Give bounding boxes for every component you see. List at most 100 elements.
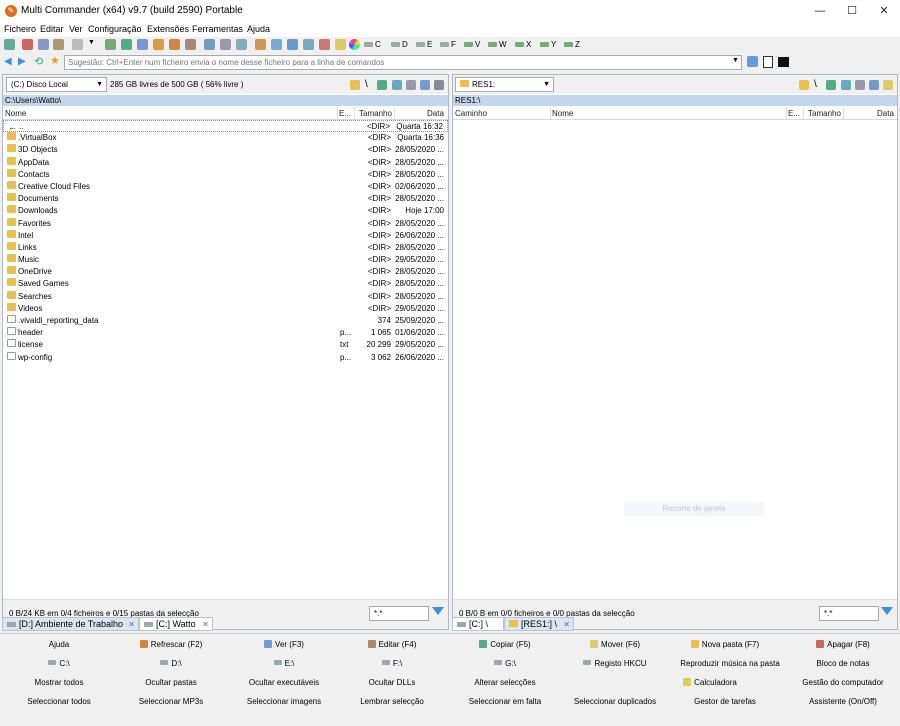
tool-icon[interactable] bbox=[319, 39, 330, 50]
left-drive-select[interactable]: (C:) Disco Local ▼ bbox=[6, 77, 107, 92]
file-row[interactable]: Favorites <DIR> 28/05/2020 ... bbox=[3, 217, 448, 230]
menu-extensions[interactable]: Extensões bbox=[147, 24, 189, 34]
function-button[interactable]: Apagar (F8) bbox=[768, 635, 900, 654]
file-row[interactable]: Creative Cloud Files <DIR> 02/06/2020 ... bbox=[3, 180, 448, 193]
tab-res1[interactable]: [RES1:] \ ✕ bbox=[504, 617, 574, 631]
root-icon[interactable]: \ bbox=[365, 80, 375, 90]
file-row[interactable]: header p... 1 065 01/06/2020 ... bbox=[3, 327, 448, 339]
tab-desktop[interactable]: [D:] Ambiente de Trabalho ✕ bbox=[2, 617, 139, 631]
drive-v-button[interactable]: V bbox=[464, 40, 480, 49]
tab-c-root[interactable]: [C:] \ bbox=[452, 617, 504, 631]
function-button[interactable]: Gestão do computador bbox=[768, 673, 900, 692]
command-line-input[interactable] bbox=[64, 55, 742, 70]
tool-icon[interactable] bbox=[335, 39, 346, 50]
function-button[interactable]: Alterar selecções bbox=[430, 673, 580, 692]
file-row[interactable]: Contacts <DIR> 28/05/2020 ... bbox=[3, 168, 448, 181]
right-drive-select[interactable]: RES1: ▼ bbox=[455, 77, 554, 92]
drive-f-button[interactable]: F bbox=[440, 40, 456, 49]
minimize-button[interactable]: — bbox=[804, 0, 836, 22]
view-mode-icon[interactable] bbox=[869, 80, 879, 90]
tool-icon[interactable] bbox=[121, 39, 132, 50]
file-row[interactable]: Searches <DIR> 28/05/2020 ... bbox=[3, 290, 448, 303]
file-row[interactable]: license txt 20 299 29/05/2020 ... bbox=[3, 339, 448, 351]
drive-y-button[interactable]: Y bbox=[540, 40, 556, 49]
drive-w-button[interactable]: W bbox=[488, 40, 507, 49]
tool-icon[interactable] bbox=[271, 39, 282, 50]
col-ext[interactable]: E... bbox=[788, 109, 800, 118]
drive-x-button[interactable]: X bbox=[515, 40, 531, 49]
swap-icon[interactable] bbox=[841, 80, 851, 90]
col-date[interactable]: Data bbox=[427, 109, 444, 118]
chevron-down-icon[interactable]: ▼ bbox=[732, 57, 739, 64]
tool-icon[interactable] bbox=[255, 39, 266, 50]
folder-tree-icon[interactable] bbox=[799, 80, 809, 90]
options-icon[interactable] bbox=[434, 80, 444, 90]
tool-icon[interactable] bbox=[220, 39, 231, 50]
close-icon[interactable]: ✕ bbox=[128, 618, 135, 631]
file-row[interactable]: ←.. <DIR> Quarta 16:32 bbox=[3, 120, 448, 133]
drive-c-button[interactable]: C bbox=[364, 40, 381, 49]
function-button[interactable]: Assistente (On/Off) bbox=[768, 692, 900, 711]
tools-icon[interactable] bbox=[406, 80, 416, 90]
menu-file[interactable]: Ficheiro bbox=[4, 24, 36, 34]
close-icon[interactable]: ✕ bbox=[563, 618, 570, 631]
col-ext[interactable]: E... bbox=[339, 109, 351, 118]
console-icon[interactable] bbox=[778, 57, 789, 67]
drive-e-button[interactable]: E bbox=[416, 40, 432, 49]
close-icon[interactable]: ✕ bbox=[202, 618, 209, 631]
tool-icon[interactable] bbox=[137, 39, 148, 50]
close-button[interactable]: ✕ bbox=[868, 0, 900, 22]
favorite-star-icon[interactable]: ★ bbox=[50, 54, 60, 67]
parent-folder-icon[interactable] bbox=[826, 80, 836, 90]
tool-icon[interactable] bbox=[169, 39, 180, 50]
view-mode-icon[interactable] bbox=[420, 80, 430, 90]
notepad-icon[interactable] bbox=[763, 56, 773, 68]
file-row[interactable]: OneDrive <DIR> 28/05/2020 ... bbox=[3, 266, 448, 278]
filter-icon[interactable] bbox=[432, 607, 444, 615]
function-button[interactable]: Calculadora bbox=[635, 673, 785, 692]
col-size[interactable]: Tamanho bbox=[359, 109, 392, 118]
swap-icon[interactable] bbox=[392, 80, 402, 90]
tool-icon[interactable] bbox=[105, 39, 116, 50]
file-row[interactable]: Videos <DIR> 29/05/2020 ... bbox=[3, 302, 448, 315]
copy-icon[interactable] bbox=[38, 39, 49, 50]
tool-icon[interactable] bbox=[153, 39, 164, 50]
menu-edit[interactable]: Editar bbox=[40, 24, 64, 34]
left-path-bar[interactable]: C:\Users\Watto\ bbox=[3, 95, 448, 106]
paste-icon[interactable] bbox=[53, 39, 64, 50]
right-path-bar[interactable]: RES1:\ bbox=[453, 95, 897, 106]
col-name[interactable]: Nome bbox=[552, 109, 573, 118]
color-wheel-icon[interactable] bbox=[349, 39, 360, 50]
menu-config[interactable]: Configuração bbox=[88, 24, 142, 34]
file-row[interactable]: Saved Games <DIR> 28/05/2020 ... bbox=[3, 278, 448, 290]
file-row[interactable]: wp-config p... 3 062 26/06/2020 ... bbox=[3, 351, 448, 364]
function-button[interactable]: Bloco de notas bbox=[768, 654, 900, 673]
tools-icon[interactable] bbox=[855, 80, 865, 90]
filter-icon[interactable] bbox=[881, 607, 893, 615]
file-row[interactable]: .VirtualBox <DIR> Quarta 16:36 bbox=[3, 132, 448, 144]
col-name[interactable]: Nome bbox=[5, 109, 26, 118]
new-icon[interactable] bbox=[4, 39, 15, 50]
layout-icon[interactable] bbox=[72, 39, 83, 50]
cut-icon[interactable] bbox=[22, 39, 33, 50]
file-row[interactable]: Music <DIR> 29/05/2020 ... bbox=[3, 254, 448, 266]
forward-icon[interactable]: ▶ bbox=[18, 56, 26, 67]
options-icon[interactable] bbox=[883, 80, 893, 90]
cmd-run-icon[interactable] bbox=[747, 56, 758, 67]
chevron-down-icon[interactable]: ▼ bbox=[88, 39, 99, 50]
file-row[interactable]: Documents <DIR> 28/05/2020 ... bbox=[3, 193, 448, 205]
file-row[interactable]: AppData <DIR> 28/05/2020 ... bbox=[3, 156, 448, 169]
folder-tree-icon[interactable] bbox=[350, 80, 360, 90]
tool-icon[interactable] bbox=[303, 39, 314, 50]
root-icon[interactable]: \ bbox=[814, 80, 824, 90]
col-size[interactable]: Tamanho bbox=[808, 109, 841, 118]
tool-icon[interactable] bbox=[287, 39, 298, 50]
file-row[interactable]: .vivaldi_reporting_data 374 25/09/2020 ... bbox=[3, 315, 448, 327]
drive-z-button[interactable]: Z bbox=[564, 40, 580, 49]
tool-icon[interactable] bbox=[236, 39, 247, 50]
menu-tools[interactable]: Ferramentas bbox=[192, 24, 243, 34]
col-date[interactable]: Data bbox=[877, 109, 894, 118]
tool-icon[interactable] bbox=[185, 39, 196, 50]
col-path[interactable]: Caminho bbox=[455, 109, 487, 118]
drive-d-button[interactable]: D bbox=[391, 40, 408, 49]
